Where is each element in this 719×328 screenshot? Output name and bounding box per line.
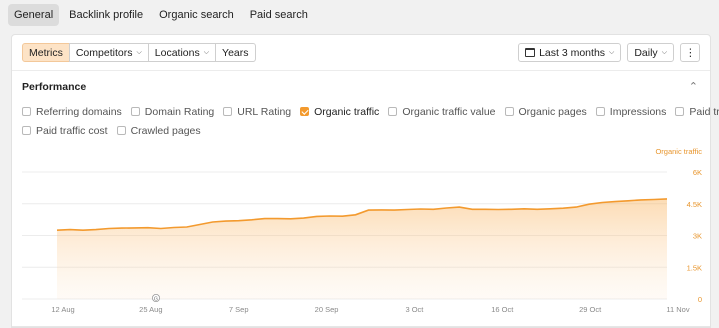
x-tick-label: 11 Nov xyxy=(666,305,689,314)
tab-paid-search[interactable]: Paid search xyxy=(244,4,314,26)
annotation-marker[interactable]: G xyxy=(151,293,160,303)
organic-traffic-area xyxy=(57,198,667,299)
x-tick-label: 7 Sep xyxy=(229,305,249,314)
performance-card: Metrics Competitors ⌵ Locations ⌵ Years … xyxy=(11,34,719,328)
y-tick-labels: 0 1.5K 3K 4.5K 6K xyxy=(687,168,702,304)
y-axis-title: Organic traffic xyxy=(655,147,702,156)
organic-traffic-chart: Organic traffic 0 1.5K 3K 4.5K 6K 12 Aug 25 A… xyxy=(22,147,702,314)
top-tabs: General Backlink profile Organic search … xyxy=(8,4,314,26)
y-tick-label: 3K xyxy=(693,232,702,241)
y-tick-label: 6K xyxy=(693,168,702,177)
x-tick-label: 20 Sep xyxy=(315,305,339,314)
x-tick-label: 12 Aug xyxy=(51,305,74,314)
x-tick-label: 16 Oct xyxy=(491,305,514,314)
tab-organic-search[interactable]: Organic search xyxy=(153,4,240,26)
x-tick-label: 29 Oct xyxy=(579,305,602,314)
x-tick-label: 25 Aug xyxy=(139,305,162,314)
y-tick-label: 4.5K xyxy=(687,200,702,209)
y-tick-label: 0 xyxy=(698,295,702,304)
y-tick-label: 1.5K xyxy=(687,263,702,272)
card-bottom-line xyxy=(12,326,710,327)
annotation-label: G xyxy=(154,297,158,303)
x-tick-labels: 12 Aug 25 Aug 7 Sep 20 Sep 3 Oct 16 Oct 29 Oct… xyxy=(51,305,690,314)
x-tick-label: 3 Oct xyxy=(405,305,424,314)
tab-general[interactable]: General xyxy=(8,4,60,26)
tab-backlink-profile[interactable]: Backlink profile xyxy=(63,4,149,26)
